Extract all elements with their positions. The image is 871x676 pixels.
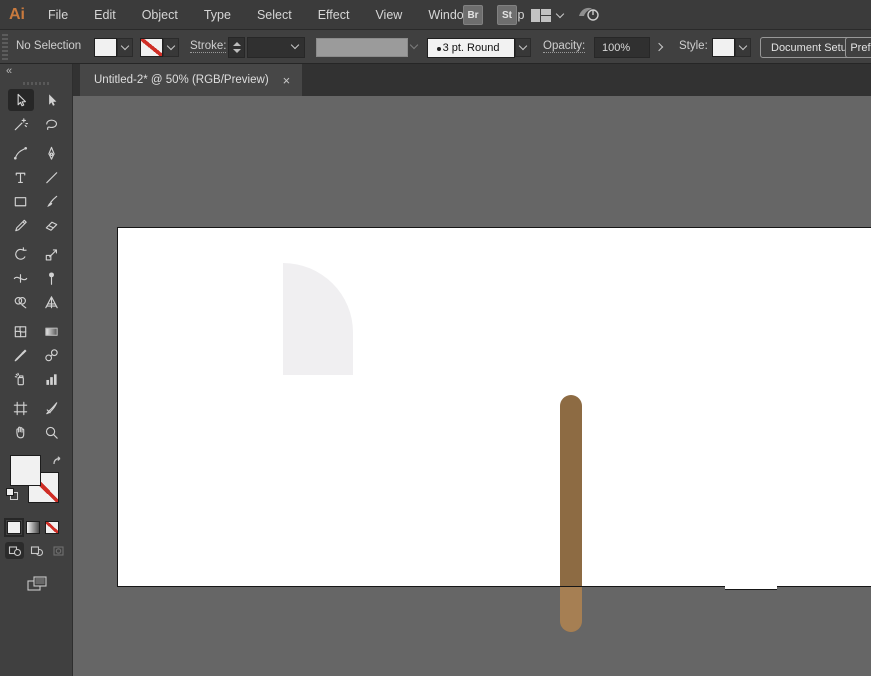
width-tool[interactable] bbox=[8, 267, 34, 289]
stick-shape[interactable] bbox=[560, 395, 582, 632]
fill-stroke-indicator bbox=[6, 455, 70, 513]
menu-edit[interactable]: Edit bbox=[81, 0, 129, 30]
selection-tool[interactable] bbox=[8, 89, 34, 111]
stroke-color-swatch[interactable] bbox=[140, 38, 163, 57]
lasso-tool[interactable] bbox=[39, 113, 65, 135]
eyedropper-tool[interactable] bbox=[8, 344, 34, 366]
illustrator-window: Ai File Edit Object Type Select Effect V… bbox=[0, 0, 871, 676]
fill-color-swatch[interactable] bbox=[94, 38, 117, 57]
rotate-tool[interactable] bbox=[8, 243, 34, 265]
menu-bar: Ai File Edit Object Type Select Effect V… bbox=[0, 0, 871, 30]
chevron-right-icon[interactable] bbox=[655, 43, 663, 51]
slice-tool[interactable] bbox=[39, 397, 65, 419]
brush-definition-chevron[interactable] bbox=[515, 38, 531, 57]
brush-preview-dot bbox=[437, 47, 441, 51]
opacity-label[interactable]: Opacity: bbox=[543, 40, 585, 53]
fill-color-dropdown[interactable] bbox=[117, 38, 133, 57]
artboard-tool[interactable] bbox=[8, 397, 34, 419]
chevron-down-icon bbox=[556, 9, 564, 17]
app-logo: Ai bbox=[0, 6, 35, 24]
magic-wand-tool[interactable] bbox=[8, 113, 34, 135]
workspace-switcher[interactable] bbox=[531, 9, 563, 22]
chevron-down-icon bbox=[121, 42, 129, 50]
menu-file[interactable]: File bbox=[35, 0, 81, 30]
color-button[interactable] bbox=[7, 521, 21, 534]
document-tab-bar: Untitled-2* @ 50% (RGB/Preview) × bbox=[73, 64, 871, 96]
bridge-button[interactable]: Br bbox=[463, 5, 483, 25]
opacity-field[interactable]: 100% bbox=[594, 37, 650, 58]
menu-type[interactable]: Type bbox=[191, 0, 244, 30]
stroke-weight-label[interactable]: Stroke: bbox=[190, 40, 226, 53]
zoom-tool[interactable] bbox=[39, 421, 65, 443]
stroke-weight-dropdown[interactable] bbox=[247, 37, 305, 58]
width-profile-dropdown bbox=[316, 38, 408, 57]
selection-status: No Selection bbox=[16, 40, 81, 52]
chevron-down-icon bbox=[291, 41, 299, 49]
style-dropdown[interactable] bbox=[735, 38, 751, 57]
symbol-sprayer-tool[interactable] bbox=[8, 368, 34, 390]
chevron-down-icon bbox=[739, 42, 747, 50]
stroke-weight-stepper[interactable] bbox=[228, 37, 245, 58]
app-power-swirl-icon[interactable] bbox=[577, 3, 603, 28]
paintbrush-tool[interactable] bbox=[39, 190, 65, 212]
menu-select[interactable]: Select bbox=[244, 0, 305, 30]
draw-inside-icon bbox=[49, 542, 68, 559]
control-bar: No Selection Stroke: 3 pt. Round Opacity… bbox=[0, 30, 871, 64]
blend-tool[interactable] bbox=[39, 344, 65, 366]
menu-view[interactable]: View bbox=[362, 0, 415, 30]
document-tab[interactable]: Untitled-2* @ 50% (RGB/Preview) × bbox=[80, 64, 302, 96]
fill-indicator-swatch[interactable] bbox=[10, 455, 41, 486]
gradient-button[interactable] bbox=[26, 521, 40, 534]
hand-tool[interactable] bbox=[8, 421, 34, 443]
chevron-down-icon bbox=[167, 42, 175, 50]
brush-definition-dropdown[interactable]: 3 pt. Round bbox=[427, 38, 515, 58]
eraser-tool[interactable] bbox=[39, 214, 65, 236]
stock-button[interactable]: St bbox=[497, 5, 517, 25]
control-bar-grip[interactable] bbox=[2, 34, 8, 60]
stepper-down-icon[interactable] bbox=[233, 49, 241, 53]
gradient-tool[interactable] bbox=[39, 320, 65, 342]
workspace-panes-icon bbox=[531, 9, 551, 22]
color-type-buttons bbox=[7, 521, 72, 534]
perspective-grid-tool[interactable] bbox=[39, 291, 65, 313]
canvas-area[interactable] bbox=[73, 96, 871, 676]
artboard[interactable] bbox=[117, 227, 871, 586]
shaper-tool[interactable] bbox=[8, 214, 34, 236]
stepper-up-icon[interactable] bbox=[233, 42, 241, 46]
menu-object[interactable]: Object bbox=[129, 0, 191, 30]
artboard-edge-notch bbox=[725, 583, 777, 590]
chevron-down-icon bbox=[519, 42, 527, 50]
default-fill-stroke-icon[interactable] bbox=[6, 488, 18, 500]
rectangle-tool[interactable] bbox=[8, 190, 34, 212]
stroke-color-dropdown[interactable] bbox=[163, 38, 179, 57]
direct-selection-tool[interactable] bbox=[39, 89, 65, 111]
collapse-panel-icon[interactable]: « bbox=[6, 65, 12, 77]
none-button[interactable] bbox=[45, 521, 59, 534]
scale-tool[interactable] bbox=[39, 243, 65, 265]
document-tab-title: Untitled-2* @ 50% (RGB/Preview) bbox=[94, 74, 269, 86]
style-label: Style: bbox=[679, 40, 708, 52]
draw-normal-icon[interactable] bbox=[5, 542, 24, 559]
panel-drag-grip[interactable] bbox=[23, 82, 49, 85]
tab-close-icon[interactable]: × bbox=[283, 74, 291, 87]
shape-builder-tool[interactable] bbox=[8, 291, 34, 313]
line-segment-tool[interactable] bbox=[39, 166, 65, 188]
brush-name: 3 pt. Round bbox=[443, 42, 500, 54]
puppet-warp-tool[interactable] bbox=[39, 267, 65, 289]
tools-panel: « bbox=[0, 64, 73, 676]
column-graph-tool[interactable] bbox=[39, 368, 65, 390]
chevron-down-icon bbox=[410, 41, 418, 49]
drawing-mode-buttons bbox=[5, 542, 72, 559]
preferences-button[interactable]: Preferences bbox=[845, 37, 871, 58]
menu-effect[interactable]: Effect bbox=[305, 0, 363, 30]
style-swatch[interactable] bbox=[712, 38, 735, 57]
mesh-tool[interactable] bbox=[8, 320, 34, 342]
swap-fill-stroke-icon[interactable] bbox=[52, 455, 65, 473]
pen-tool[interactable] bbox=[39, 142, 65, 164]
stick-shape-below-artboard bbox=[560, 586, 582, 632]
screen-mode-icon[interactable] bbox=[24, 573, 72, 600]
type-tool[interactable] bbox=[8, 166, 34, 188]
curvature-tool[interactable] bbox=[8, 142, 34, 164]
draw-behind-icon[interactable] bbox=[27, 542, 46, 559]
